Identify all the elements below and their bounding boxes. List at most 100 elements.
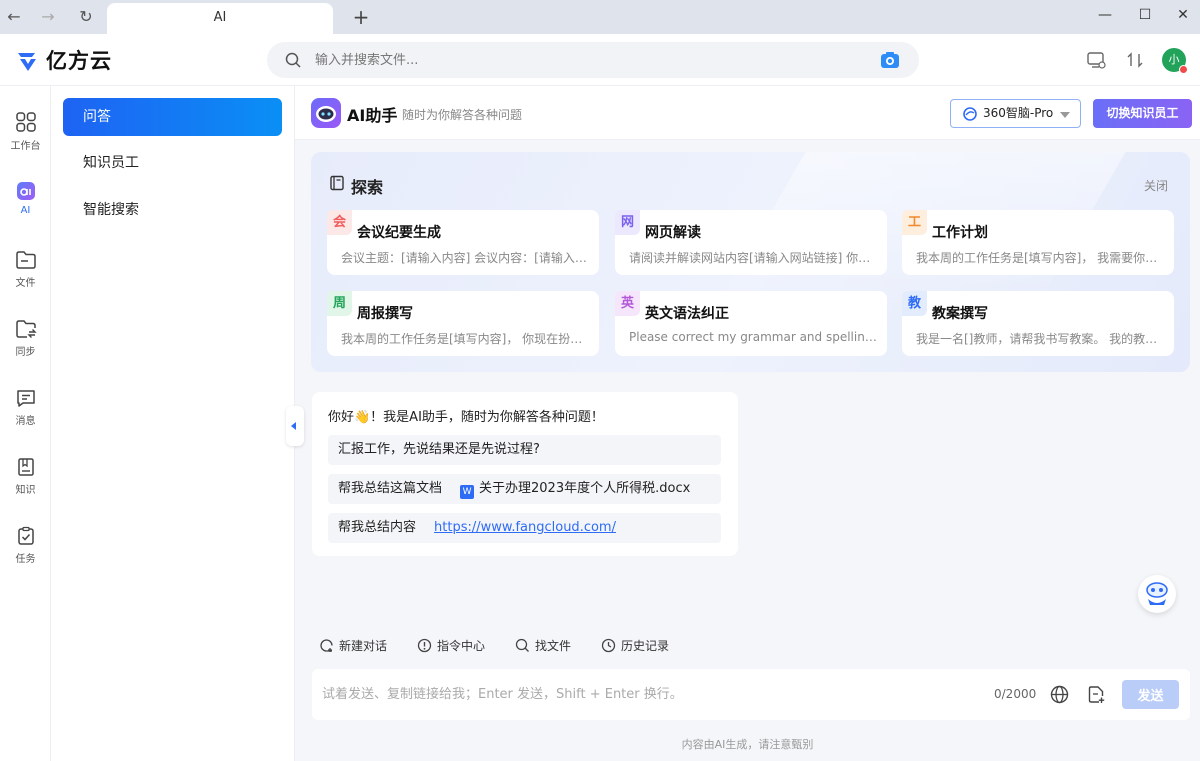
ai-disclaimer: 内容由AI生成，请注意甄别 — [681, 738, 814, 751]
suggestion-item[interactable]: 帮我总结这篇文档 W 关于办理2023年度个人所得税.docx — [328, 474, 721, 504]
rail-item-tasks[interactable]: 任务 — [0, 526, 51, 576]
card-desc: 请阅读并解读网站内容[请输入网站链接] 你需要… — [629, 251, 877, 265]
mascot-icon — [1146, 582, 1168, 605]
rail-item-knowledge[interactable]: 知识 — [0, 457, 51, 507]
suggestion-doc-name: 关于办理2023年度个人所得税.docx — [479, 481, 691, 496]
assistant-mascot-button[interactable] — [1138, 575, 1176, 613]
find-file-button[interactable]: 找文件 — [515, 637, 571, 654]
prompt-card[interactable]: 工 工作计划 我本周的工作任务是[填写内容]， 我需要你帮我… — [902, 210, 1174, 275]
rail-item-sync[interactable]: 同步 — [0, 319, 51, 369]
app-header: 亿方云 小 — [0, 34, 1200, 86]
card-desc: 会议主题：[请输入内容] 会议内容：[请输入内容] — [341, 251, 589, 265]
page-title: AI助手 — [347, 106, 398, 125]
notebook-icon — [330, 175, 344, 191]
rail-item-ai[interactable]: AI — [0, 181, 51, 231]
page-subtitle: 随时为你解答各种问题 — [402, 108, 523, 122]
card-desc: Please correct my grammar and spelling… — [629, 330, 877, 344]
rail-label: 文件 — [15, 278, 36, 289]
explore-close-button[interactable]: 关闭 — [1144, 177, 1168, 194]
rail-item-workbench[interactable]: 工作台 — [0, 111, 51, 161]
browser-tab-bar: ← → ↻ AI + — ☐ ✕ — [0, 0, 1200, 34]
prompt-card[interactable]: 周 周报撰写 我本周的工作任务是[填写内容]， 你现在扮演… — [327, 291, 599, 356]
forward-button[interactable]: → — [37, 6, 59, 28]
rail-label: 任务 — [15, 554, 36, 565]
minimize-button[interactable]: — — [1090, 4, 1120, 26]
add-file-icon[interactable] — [1087, 685, 1106, 704]
card-badge: 网 — [615, 210, 640, 235]
sidebar-item-qa[interactable]: 问答 — [63, 98, 282, 136]
main-panel: AI助手 随时为你解答各种问题 360智脑-Pro 切换知识员工 探索 关闭 会… — [286, 86, 1200, 761]
chat-input-box: 0/2000 发送 — [312, 669, 1190, 720]
rail-item-files[interactable]: 文件 — [0, 250, 51, 300]
suggestion-item[interactable]: 帮我总结内容 https://www.fangcloud.com/ — [328, 513, 721, 543]
search-input[interactable] — [315, 42, 855, 78]
ai-sidebar: 问答 知识员工 智能搜索 — [51, 86, 295, 761]
suggestion-text: 帮我总结这篇文档 — [338, 481, 443, 496]
prompt-card[interactable]: 英 英文语法纠正 Please correct my grammar and s… — [615, 291, 887, 356]
model-select[interactable]: 360智脑-Pro — [950, 99, 1081, 128]
logo-icon — [18, 53, 36, 71]
logo[interactable]: 亿方云 — [15, 46, 112, 74]
card-badge: 会 — [327, 210, 352, 235]
sidebar-collapse-toggle[interactable] — [286, 406, 304, 446]
sidebar-item-knowledge-staff[interactable]: 知识员工 — [63, 144, 282, 182]
maximize-button[interactable]: ☐ — [1130, 4, 1160, 26]
book-icon — [17, 458, 34, 476]
logo-text: 亿方云 — [46, 49, 112, 73]
clock-icon — [601, 638, 616, 652]
back-button[interactable]: ← — [3, 6, 25, 28]
tab-title: AI — [213, 10, 227, 25]
card-badge: 教 — [902, 291, 927, 316]
rail-label: 知识 — [15, 485, 36, 496]
screen-record-icon[interactable] — [1086, 50, 1106, 70]
prompt-card[interactable]: 网 网页解读 请阅读并解读网站内容[请输入网站链接] 你需要… — [615, 210, 887, 275]
new-chat-button[interactable]: 新建对话 — [319, 637, 387, 654]
left-rail: 工作台 AI 文件 同步 消息 知识 任务 — [0, 86, 51, 761]
suggestion-link[interactable]: https://www.fangcloud.com/ — [434, 520, 616, 535]
suggestion-text: 汇报工作，先说结果还是先说过程? — [338, 442, 540, 457]
chat-input[interactable] — [322, 669, 962, 720]
prompt-card[interactable]: 教 教案撰写 我是一名[]教师，请帮我书写教案。 我的教… — [902, 291, 1174, 356]
avatar[interactable]: 小 — [1162, 48, 1188, 74]
camera-icon[interactable] — [880, 51, 900, 69]
rail-label: 同步 — [15, 347, 36, 358]
tab-ai[interactable]: AI — [107, 3, 333, 34]
switch-knowledge-staff-button[interactable]: 切换知识员工 — [1093, 99, 1192, 128]
history-button[interactable]: 历史记录 — [601, 637, 669, 654]
tool-label: 指令中心 — [437, 638, 486, 653]
avatar-text: 小 — [1168, 53, 1180, 66]
notification-dot — [1179, 65, 1188, 74]
model-select-value: 360智脑-Pro — [983, 106, 1054, 120]
search-icon — [515, 638, 529, 652]
rail-label: AI — [20, 205, 31, 216]
card-badge: 英 — [615, 291, 640, 316]
rail-item-messages[interactable]: 消息 — [0, 388, 51, 438]
tool-label: 历史记录 — [621, 638, 670, 653]
grid-icon — [15, 112, 36, 132]
message-icon — [16, 390, 35, 407]
suggestion-item[interactable]: 汇报工作，先说结果还是先说过程? — [328, 435, 721, 465]
search-bar[interactable] — [267, 42, 919, 78]
send-button[interactable]: 发送 — [1122, 680, 1179, 709]
card-desc: 我本周的工作任务是[填写内容]， 我需要你帮我… — [916, 251, 1164, 265]
globe-icon[interactable] — [1050, 685, 1069, 704]
card-title: 会议纪要生成 — [357, 225, 441, 241]
close-window-button[interactable]: ✕ — [1168, 4, 1198, 26]
transfer-icon[interactable] — [1125, 50, 1145, 70]
char-counter: 0/2000 — [994, 687, 1037, 701]
chat-toolbar: 新建对话 指令中心 找文件 历史记录 — [319, 636, 699, 654]
card-title: 工作计划 — [932, 225, 988, 241]
folder-icon — [15, 251, 36, 269]
new-chat-icon — [320, 638, 333, 652]
chevron-down-icon — [1060, 112, 1070, 118]
main-header: AI助手 随时为你解答各种问题 360智脑-Pro 切换知识员工 — [295, 86, 1200, 140]
sync-folder-icon — [15, 320, 37, 338]
command-center-button[interactable]: 指令中心 — [417, 637, 485, 654]
reload-button[interactable]: ↻ — [75, 6, 97, 28]
prompt-card[interactable]: 会 会议纪要生成 会议主题：[请输入内容] 会议内容：[请输入内容] — [327, 210, 599, 275]
card-desc: 我是一名[]教师，请帮我书写教案。 我的教… — [916, 332, 1158, 346]
search-icon — [285, 52, 301, 68]
word-doc-icon: W — [460, 485, 475, 499]
sidebar-item-smart-search[interactable]: 智能搜索 — [63, 191, 282, 229]
new-tab-button[interactable]: + — [350, 6, 372, 28]
